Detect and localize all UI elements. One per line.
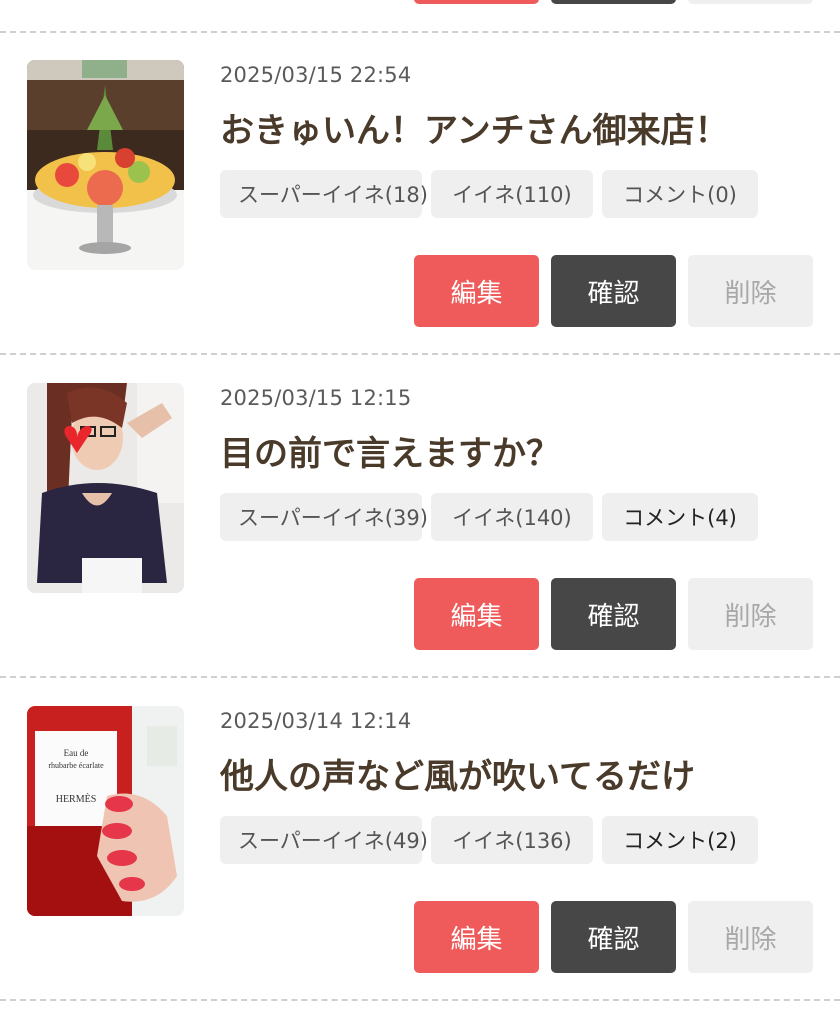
selfie-photo-image[interactable] bbox=[27, 383, 184, 593]
super-like-count[interactable]: スーパーイイネ(18) bbox=[220, 170, 428, 218]
divider bbox=[0, 999, 840, 1001]
delete-button[interactable]: 削除 bbox=[688, 901, 813, 973]
like-count[interactable]: イイネ(110) bbox=[431, 170, 593, 218]
previous-post-actions bbox=[0, 0, 840, 4]
comment-count[interactable]: コメント(4) bbox=[602, 493, 758, 541]
post-date: 2025/03/14 12:14 bbox=[220, 709, 412, 733]
post-list-page: 2025/03/15 22:54 おきゅいん！アンチさん御来店！ スーパーイイネ… bbox=[0, 0, 840, 1013]
divider bbox=[0, 353, 840, 355]
post-item: 2025/03/15 12:15 目の前で言えますか？ スーパーイイネ(39) … bbox=[0, 356, 840, 650]
like-count[interactable]: イイネ(140) bbox=[431, 493, 593, 541]
comment-count[interactable]: コメント(2) bbox=[602, 816, 758, 864]
post-item: Eau de rhubarbe écarlate HERMÈS 2025/03/… bbox=[0, 679, 840, 973]
post-stats: スーパーイイネ(39) イイネ(140) コメント(4) bbox=[220, 493, 758, 541]
post-title[interactable]: 他人の声など風が吹いてるだけ bbox=[220, 749, 695, 798]
perfume-label-text: rhubarbe écarlate bbox=[48, 761, 104, 770]
delete-button[interactable]: 削除 bbox=[688, 255, 813, 327]
like-count[interactable]: イイネ(136) bbox=[431, 816, 593, 864]
delete-button[interactable]: 削除 bbox=[688, 578, 813, 650]
edit-button[interactable]: 編集 bbox=[414, 255, 539, 327]
edit-button[interactable]: 編集 bbox=[414, 901, 539, 973]
comment-count[interactable]: コメント(0) bbox=[602, 170, 758, 218]
edit-button[interactable]: 編集 bbox=[414, 578, 539, 650]
post-actions: 編集 確認 削除 bbox=[414, 578, 813, 650]
post-title[interactable]: 目の前で言えますか？ bbox=[220, 426, 560, 475]
post-title[interactable]: おきゅいん！アンチさん御来店！ bbox=[220, 103, 729, 152]
post-stats: スーパーイイネ(18) イイネ(110) コメント(0) bbox=[220, 170, 758, 218]
delete-button[interactable] bbox=[688, 0, 813, 4]
post-actions: 編集 確認 削除 bbox=[414, 255, 813, 327]
divider bbox=[0, 676, 840, 678]
post-date: 2025/03/15 22:54 bbox=[220, 63, 412, 87]
confirm-button[interactable] bbox=[551, 0, 676, 4]
perfume-bottle-image[interactable]: Eau de rhubarbe écarlate HERMÈS bbox=[27, 706, 184, 916]
fruit-platter-image[interactable] bbox=[27, 60, 184, 270]
post-item: 2025/03/15 22:54 おきゅいん！アンチさん御来店！ スーパーイイネ… bbox=[0, 33, 840, 327]
confirm-button[interactable]: 確認 bbox=[551, 255, 676, 327]
super-like-count[interactable]: スーパーイイネ(49) bbox=[220, 816, 428, 864]
confirm-button[interactable]: 確認 bbox=[551, 578, 676, 650]
confirm-button[interactable]: 確認 bbox=[551, 901, 676, 973]
edit-button[interactable] bbox=[414, 0, 539, 4]
post-stats: スーパーイイネ(49) イイネ(136) コメント(2) bbox=[220, 816, 758, 864]
perfume-label-text: Eau de bbox=[64, 748, 89, 758]
post-date: 2025/03/15 12:15 bbox=[220, 386, 412, 410]
perfume-label-text: HERMÈS bbox=[56, 793, 97, 805]
post-actions: 編集 確認 削除 bbox=[414, 901, 813, 973]
super-like-count[interactable]: スーパーイイネ(39) bbox=[220, 493, 428, 541]
